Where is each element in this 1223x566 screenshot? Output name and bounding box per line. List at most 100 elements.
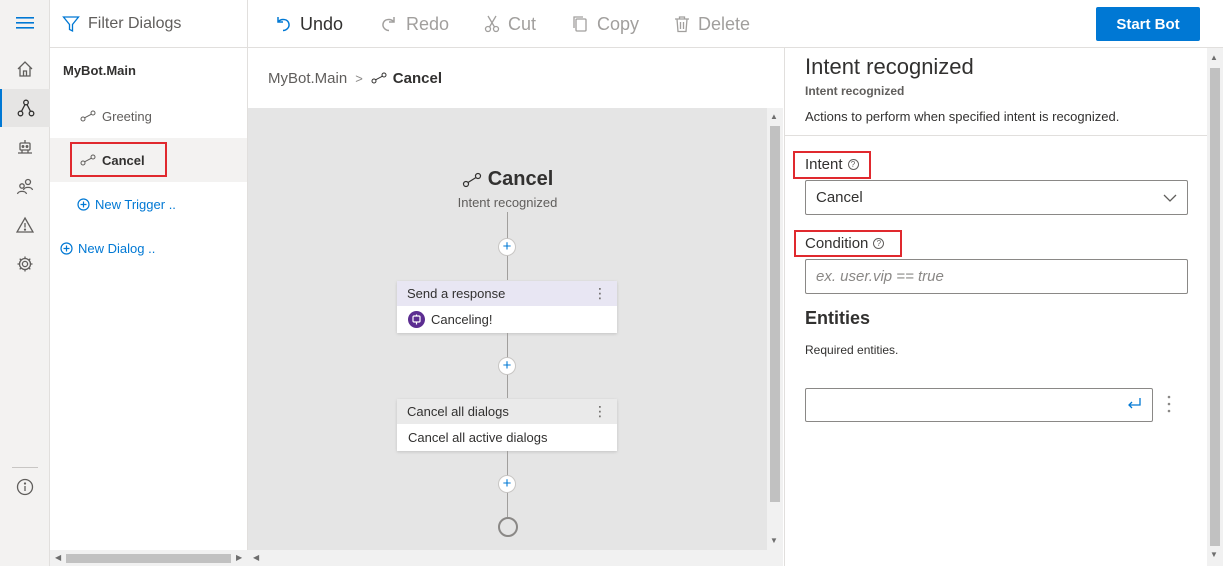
canvas-vertical-scrollbar[interactable]: ▲ ▼: [767, 108, 783, 550]
redo-icon: [382, 17, 395, 32]
trigger-node[interactable]: Cancel Intent recognized: [248, 168, 767, 210]
scrollbar-thumb[interactable]: [1210, 68, 1220, 546]
action-card-cancel-all-dialogs[interactable]: Cancel all dialogs ⋮ Cancel all active d…: [397, 399, 617, 451]
trash-icon: [675, 16, 689, 33]
design-flow-icon[interactable]: [0, 89, 50, 127]
delete-button[interactable]: Delete: [674, 0, 750, 48]
left-nav-rail: [0, 0, 50, 566]
trigger-icon: [462, 172, 481, 187]
new-dialog-label: New Dialog ..: [78, 241, 156, 256]
toolbar: Undo Redo Cut Copy Delete Start Bot: [248, 0, 1223, 48]
warning-icon[interactable]: [0, 206, 50, 244]
settings-icon[interactable]: [0, 245, 50, 283]
trigger-label: Greeting: [102, 108, 152, 124]
enter-icon[interactable]: [1126, 397, 1142, 411]
add-action-button[interactable]: +: [498, 475, 516, 493]
new-dialog-link[interactable]: New Dialog ..: [60, 241, 155, 256]
filter-label: Filter Dialogs: [88, 14, 182, 32]
trigger-title: Cancel: [487, 168, 554, 190]
filter-dialogs[interactable]: Filter Dialogs: [50, 0, 247, 48]
canvas-horizontal-scrollbar[interactable]: ◀: [248, 550, 783, 566]
start-bot-button[interactable]: Start Bot: [1096, 7, 1200, 41]
divider: [785, 135, 1208, 136]
properties-panel: Intent recognized Intent recognized Acti…: [784, 48, 1223, 566]
panel-description: Actions to perform when specified intent…: [805, 109, 1120, 124]
copy-label: Copy: [597, 13, 640, 34]
undo-button[interactable]: Undo: [274, 0, 343, 48]
entities-description: Required entities.: [805, 343, 899, 357]
cut-label: Cut: [508, 13, 537, 34]
info-icon[interactable]: [0, 468, 50, 506]
delete-label: Delete: [698, 13, 751, 34]
copy-button[interactable]: Copy: [571, 0, 639, 48]
scroll-right-arrow[interactable]: ▶: [236, 553, 242, 562]
trigger-icon: [371, 72, 387, 84]
action-header: Send a response ⋮: [397, 281, 617, 306]
entity-input[interactable]: [805, 388, 1153, 422]
hamburger-icon[interactable]: [0, 4, 50, 42]
action-card-send-response[interactable]: Send a response ⋮ Canceling!: [397, 281, 617, 333]
chevron-down-icon: [1163, 194, 1177, 202]
bot-responses-icon[interactable]: [0, 128, 50, 166]
home-icon[interactable]: [0, 50, 50, 88]
dialog-label: MyBot.Main: [63, 62, 136, 78]
action-text: Cancel all active dialogs: [408, 430, 548, 445]
scroll-up-arrow[interactable]: ▲: [1210, 53, 1218, 62]
scroll-left-arrow[interactable]: ◀: [253, 553, 259, 562]
panel-title: Intent recognized: [805, 54, 974, 79]
more-options-icon[interactable]: ⋮: [593, 403, 607, 420]
scrollbar-thumb[interactable]: [770, 126, 780, 502]
scrollbar-thumb[interactable]: [66, 554, 231, 563]
cut-button[interactable]: Cut: [484, 0, 536, 48]
intent-dropdown[interactable]: Cancel: [805, 180, 1188, 215]
new-trigger-link[interactable]: New Trigger ..: [77, 197, 176, 212]
panel-vertical-scrollbar[interactable]: ▲ ▼: [1207, 48, 1223, 566]
action-text: Canceling!: [431, 312, 493, 327]
dialog-item-main[interactable]: MyBot.Main: [50, 48, 247, 92]
copy-icon: [573, 16, 587, 32]
redo-button[interactable]: Redo: [380, 0, 449, 48]
breadcrumb-root[interactable]: MyBot.Main: [268, 70, 347, 87]
highlight-box: [793, 151, 871, 179]
scroll-down-arrow[interactable]: ▼: [1210, 550, 1218, 559]
breadcrumb: MyBot.Main > Cancel: [248, 48, 783, 108]
trigger-item-greeting[interactable]: Greeting: [50, 94, 247, 138]
condition-input[interactable]: [816, 268, 1177, 285]
add-action-button[interactable]: +: [498, 357, 516, 375]
add-action-button[interactable]: +: [498, 238, 516, 256]
chat-bubble-icon: [408, 311, 425, 328]
entities-heading: Entities: [805, 308, 871, 328]
action-header: Cancel all dialogs ⋮: [397, 399, 617, 424]
user-input-icon[interactable]: [0, 167, 50, 205]
action-body: Cancel all active dialogs: [397, 424, 617, 451]
more-options-icon[interactable]: [1166, 394, 1172, 414]
panel-subtitle: Intent recognized: [805, 84, 905, 98]
undo-icon: [277, 17, 290, 32]
more-options-icon[interactable]: ⋮: [593, 285, 607, 302]
action-title: Cancel all dialogs: [407, 404, 509, 419]
tree-horizontal-scrollbar[interactable]: ◀ ▶: [50, 550, 248, 566]
condition-input-box: [805, 259, 1188, 294]
scroll-up-arrow[interactable]: ▲: [770, 112, 778, 121]
redo-label: Redo: [406, 13, 450, 34]
action-body: Canceling!: [397, 306, 617, 333]
add-circle-icon: [77, 198, 90, 211]
trigger-subtitle: Intent recognized: [457, 194, 558, 210]
scroll-down-arrow[interactable]: ▼: [770, 536, 778, 545]
scroll-left-arrow[interactable]: ◀: [55, 553, 61, 562]
action-title: Send a response: [407, 286, 506, 301]
highlight-box: [70, 142, 167, 177]
new-trigger-label: New Trigger ..: [95, 197, 176, 212]
dialog-tree: Filter Dialogs MyBot.Main Greeting Cance…: [50, 0, 248, 566]
trigger-icon: [80, 110, 96, 122]
highlight-box: [794, 230, 902, 257]
scissors-icon: [484, 15, 500, 33]
undo-label: Undo: [300, 13, 344, 34]
intent-value: Cancel: [816, 189, 863, 206]
chevron-right-icon: >: [355, 70, 363, 86]
filter-icon: [62, 15, 80, 32]
flow-canvas[interactable]: Cancel Intent recognized + Send a respon…: [248, 108, 767, 550]
breadcrumb-current[interactable]: Cancel: [393, 70, 442, 87]
end-node: [498, 517, 518, 537]
add-circle-icon: [60, 242, 73, 255]
